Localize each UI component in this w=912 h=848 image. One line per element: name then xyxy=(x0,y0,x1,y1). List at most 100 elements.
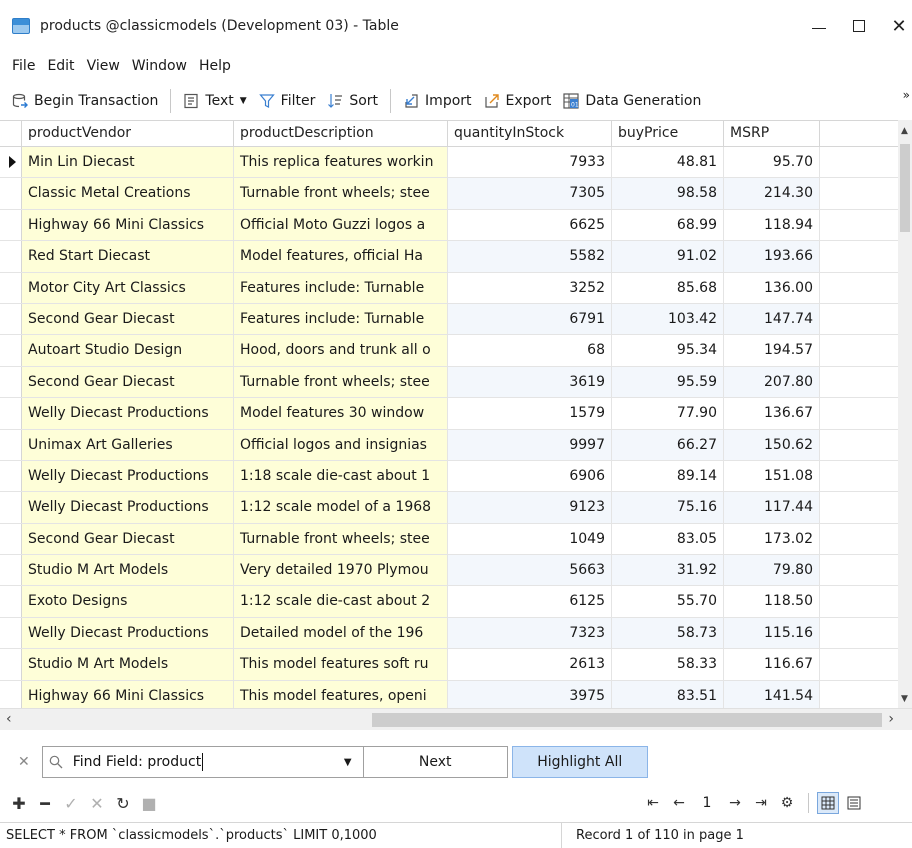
vertical-scrollbar[interactable]: ▲ ▼ xyxy=(898,120,912,708)
table-row[interactable]: Welly Diecast Productions Model features … xyxy=(0,398,898,430)
row-selector[interactable] xyxy=(0,586,22,617)
row-selector[interactable] xyxy=(0,303,22,335)
cell-quantityInStock[interactable]: 5582 xyxy=(448,241,612,272)
row-selector[interactable] xyxy=(0,147,22,178)
stop-icon[interactable]: ■ xyxy=(136,794,162,813)
cell-productDescription[interactable]: Turnable front wheels; stee xyxy=(234,366,448,398)
cell-productDescription[interactable]: Detailed model of the 196 xyxy=(234,617,448,649)
row-selector[interactable] xyxy=(0,617,22,649)
cell-quantityInStock[interactable]: 1049 xyxy=(448,523,612,555)
import-button[interactable]: Import xyxy=(397,86,477,116)
table-row[interactable]: Welly Diecast Productions Detailed model … xyxy=(0,617,898,650)
cell-MSRP[interactable]: 193.66 xyxy=(724,241,820,272)
next-page-icon[interactable]: → xyxy=(722,795,748,811)
cell-quantityInStock[interactable]: 9123 xyxy=(448,492,612,523)
next-button[interactable]: Next xyxy=(363,746,508,778)
table-row[interactable]: Highway 66 Mini Classics Official Moto Gu… xyxy=(0,209,898,242)
cell-buyPrice[interactable]: 103.42 xyxy=(612,303,724,335)
cell-MSRP[interactable]: 117.44 xyxy=(724,492,820,523)
table-row[interactable]: Welly Diecast Productions 1:12 scale mode… xyxy=(0,492,898,524)
cell-productDescription[interactable]: Official Moto Guzzi logos a xyxy=(234,209,448,241)
cell-MSRP[interactable]: 151.08 xyxy=(724,460,820,492)
row-selector[interactable] xyxy=(0,429,22,460)
cell-buyPrice[interactable]: 58.73 xyxy=(612,617,724,649)
scroll-down-icon[interactable]: ▼ xyxy=(901,694,908,704)
close-find-icon[interactable]: ✕ xyxy=(18,754,30,770)
cell-productDescription[interactable]: Features include: Turnable xyxy=(234,303,448,335)
vertical-scroll-thumb[interactable] xyxy=(900,144,910,232)
cell-productDescription[interactable]: Turnable front wheels; stee xyxy=(234,178,448,209)
apply-changes-icon[interactable]: ✓ xyxy=(58,794,84,813)
row-selector[interactable] xyxy=(0,555,22,586)
find-field-text[interactable]: Find Field: product xyxy=(73,753,333,771)
cell-buyPrice[interactable]: 68.99 xyxy=(612,209,724,241)
begin-transaction-button[interactable]: Begin Transaction xyxy=(6,86,164,116)
row-selector[interactable] xyxy=(0,523,22,555)
menu-help[interactable]: Help xyxy=(193,58,237,74)
cell-productVendor[interactable]: Exoto Designs xyxy=(22,586,234,617)
cell-buyPrice[interactable]: 98.58 xyxy=(612,178,724,209)
cell-MSRP[interactable]: 147.74 xyxy=(724,303,820,335)
cell-MSRP[interactable]: 214.30 xyxy=(724,178,820,209)
cell-MSRP[interactable]: 141.54 xyxy=(724,680,820,708)
cell-productVendor[interactable]: Classic Metal Creations xyxy=(22,178,234,209)
cell-productDescription[interactable]: This replica features workin xyxy=(234,147,448,178)
text-view-button[interactable]: Text ▼ xyxy=(177,86,252,116)
cell-productVendor[interactable]: Welly Diecast Productions xyxy=(22,398,234,429)
form-view-icon[interactable] xyxy=(843,792,865,814)
first-page-icon[interactable]: ⇤ xyxy=(640,795,666,811)
cell-MSRP[interactable]: 207.80 xyxy=(724,366,820,398)
table-row[interactable]: Studio M Art Models This model features s… xyxy=(0,649,898,681)
cell-quantityInStock[interactable]: 2613 xyxy=(448,649,612,680)
cell-productVendor[interactable]: Welly Diecast Productions xyxy=(22,460,234,492)
row-selector[interactable] xyxy=(0,241,22,272)
cell-MSRP[interactable]: 194.57 xyxy=(724,335,820,366)
cell-productVendor[interactable]: Min Lin Diecast xyxy=(22,147,234,178)
cell-productVendor[interactable]: Welly Diecast Productions xyxy=(22,492,234,523)
cell-MSRP[interactable]: 173.02 xyxy=(724,523,820,555)
cell-quantityInStock[interactable]: 5663 xyxy=(448,555,612,586)
highlight-all-button[interactable]: Highlight All xyxy=(511,746,648,778)
cell-productVendor[interactable]: Motor City Art Classics xyxy=(22,272,234,303)
cell-buyPrice[interactable]: 31.92 xyxy=(612,555,724,586)
cell-buyPrice[interactable]: 95.59 xyxy=(612,366,724,398)
cell-productVendor[interactable]: Highway 66 Mini Classics xyxy=(22,209,234,241)
scroll-left-icon[interactable]: ‹ xyxy=(6,711,12,727)
gear-icon[interactable]: ⚙ xyxy=(774,795,800,811)
discard-changes-icon[interactable]: ✕ xyxy=(84,794,110,813)
cell-MSRP[interactable]: 95.70 xyxy=(724,147,820,178)
table-row[interactable]: Second Gear Diecast Turnable front wheels… xyxy=(0,366,898,399)
column-header-productVendor[interactable]: productVendor xyxy=(22,121,234,147)
cell-buyPrice[interactable]: 58.33 xyxy=(612,649,724,680)
cell-productVendor[interactable]: Red Start Diecast xyxy=(22,241,234,272)
cell-buyPrice[interactable]: 85.68 xyxy=(612,272,724,303)
page-number[interactable]: 1 xyxy=(692,795,722,811)
cell-productDescription[interactable]: 1:12 scale model of a 1968 xyxy=(234,492,448,523)
cell-quantityInStock[interactable]: 9997 xyxy=(448,429,612,460)
scroll-right-icon[interactable]: › xyxy=(888,711,894,727)
cell-MSRP[interactable]: 150.62 xyxy=(724,429,820,460)
table-row[interactable]: Classic Metal Creations Turnable front wh… xyxy=(0,178,898,210)
table-row[interactable]: Studio M Art Models Very detailed 1970 Pl… xyxy=(0,555,898,587)
cell-MSRP[interactable]: 115.16 xyxy=(724,617,820,649)
menu-file[interactable]: File xyxy=(6,58,41,74)
data-grid[interactable]: productVendor productDescription quantit… xyxy=(0,120,898,708)
cell-buyPrice[interactable]: 91.02 xyxy=(612,241,724,272)
cell-productVendor[interactable]: Welly Diecast Productions xyxy=(22,617,234,649)
delete-record-icon[interactable]: ━ xyxy=(32,794,58,813)
last-page-icon[interactable]: ⇥ xyxy=(748,795,774,811)
row-selector[interactable] xyxy=(0,272,22,303)
cell-quantityInStock[interactable]: 7323 xyxy=(448,617,612,649)
cell-buyPrice[interactable]: 83.51 xyxy=(612,680,724,708)
cell-productVendor[interactable]: Second Gear Diecast xyxy=(22,366,234,398)
cell-quantityInStock[interactable]: 3619 xyxy=(448,366,612,398)
cell-productDescription[interactable]: This model features soft ru xyxy=(234,649,448,680)
cell-productVendor[interactable]: Second Gear Diecast xyxy=(22,303,234,335)
data-generation-button[interactable]: 01 Data Generation xyxy=(557,86,707,116)
row-selector[interactable] xyxy=(0,398,22,429)
column-header-quantityInStock[interactable]: quantityInStock xyxy=(448,121,612,147)
refresh-icon[interactable]: ↻ xyxy=(110,794,136,813)
column-header-buyPrice[interactable]: buyPrice xyxy=(612,121,724,147)
cell-MSRP[interactable]: 118.50 xyxy=(724,586,820,617)
table-row[interactable]: Welly Diecast Productions 1:18 scale die-… xyxy=(0,460,898,493)
